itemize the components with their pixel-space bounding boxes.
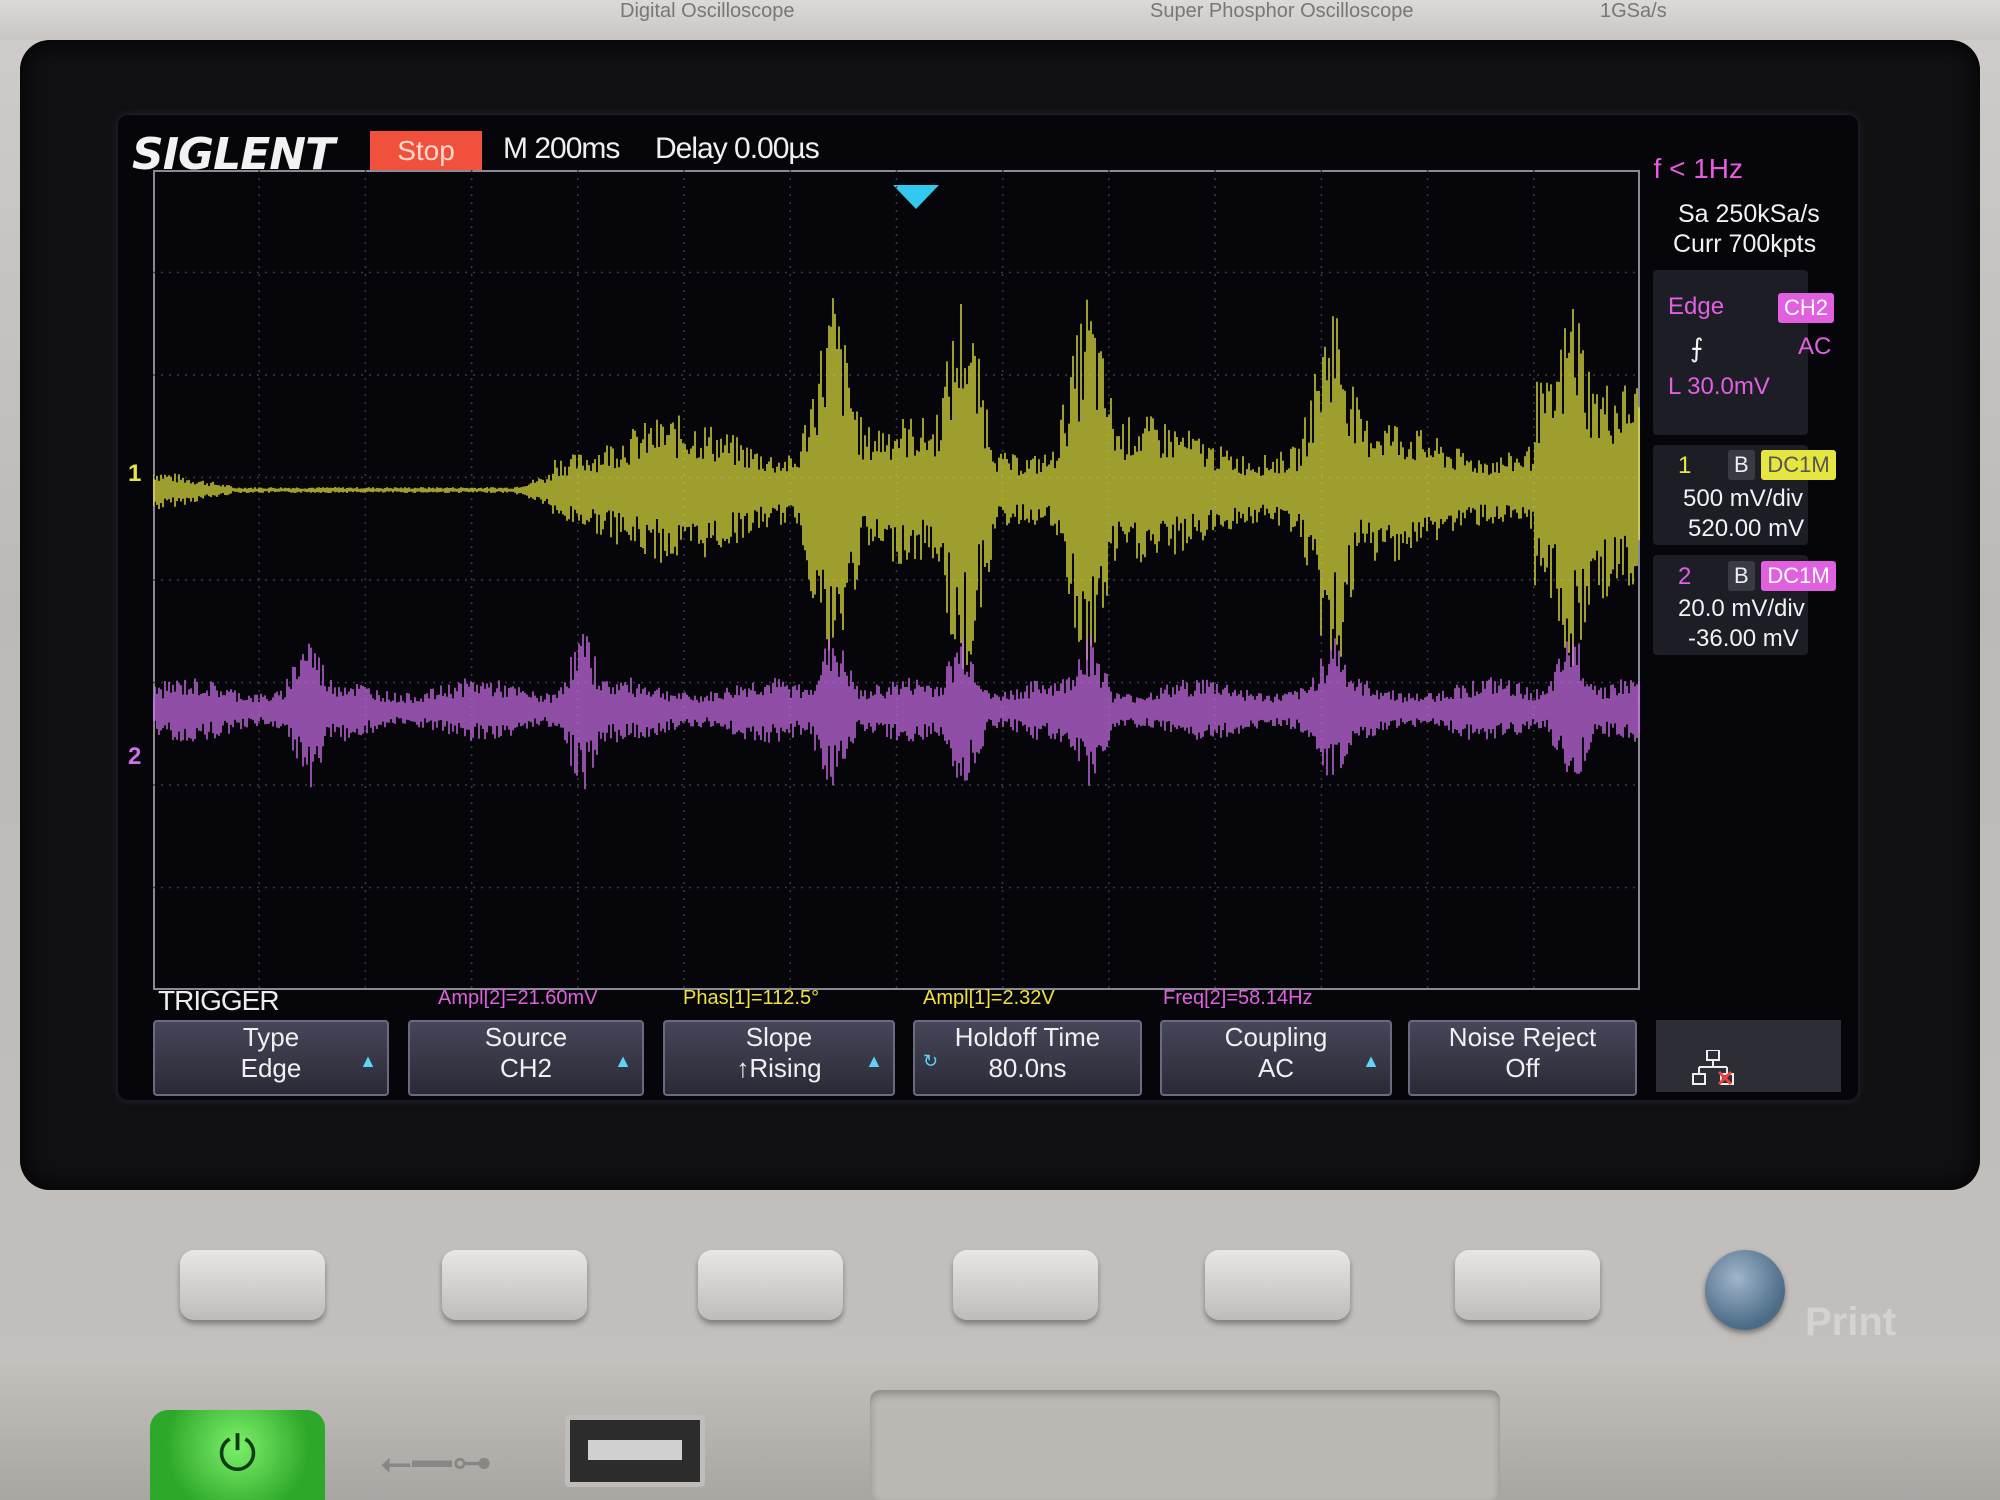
softkey-slope-value: ↑Rising: [736, 1053, 822, 1083]
run-stop-indicator: Stop: [370, 131, 482, 171]
device-model-label: Digital Oscilloscope: [620, 0, 795, 22]
hardware-softkey-3[interactable]: [698, 1250, 843, 1320]
print-button[interactable]: [1705, 1250, 1785, 1330]
timebase-readout: M 200ms: [503, 132, 620, 165]
softkey-noise-reject-value: Off: [1505, 1053, 1540, 1083]
front-panel-recess: [870, 1390, 1500, 1500]
softkey-type-value: Edge: [240, 1053, 302, 1083]
ch2-number: 2: [1678, 563, 1692, 590]
softkey-type-label: Type: [242, 1022, 300, 1052]
measurement-4: Freq[2]=58.14Hz: [1163, 987, 1313, 1009]
hardware-softkey-1[interactable]: [180, 1250, 325, 1320]
memory-depth-readout: Curr 700kpts: [1673, 230, 1817, 258]
hardware-softkey-6[interactable]: [1455, 1250, 1600, 1320]
usb-port[interactable]: [565, 1415, 705, 1487]
ch2-waveform: [153, 634, 1640, 790]
trigger-source-badge: CH2: [1778, 293, 1835, 323]
arrow-up-icon: ▲: [614, 1051, 632, 1071]
network-icon: [1692, 1050, 1734, 1086]
ch2-offset-marker[interactable]: 2: [128, 743, 141, 771]
trigger-frequency-readout: f < 1Hz: [1653, 153, 1743, 184]
softkey-type[interactable]: Type Edge ▲: [153, 1020, 389, 1096]
softkey-coupling-value: AC: [1257, 1053, 1295, 1083]
ch1-bandwidth-icon: B: [1728, 450, 1755, 480]
measurement-2: Phas[1]=112.5°: [683, 987, 820, 1009]
softkey-holdoff-label: Holdoff Time: [954, 1022, 1101, 1052]
oscilloscope-screen: SIGLENT Stop M 200ms Delay 0.00µs f < 1H…: [118, 115, 1858, 1100]
softkey-source-value: CH2: [499, 1053, 552, 1083]
hardware-softkey-4[interactable]: [953, 1250, 1098, 1320]
softkey-holdoff-value: 80.0ns: [988, 1053, 1067, 1083]
ch2-coupling-badge: DC1M: [1761, 561, 1836, 591]
arrow-up-icon: ▲: [1362, 1051, 1380, 1071]
softkey-source-label: Source: [484, 1022, 568, 1052]
menu-title: TRIGGER: [158, 985, 280, 1016]
sample-rate-readout: Sa 250kSa/s: [1678, 200, 1820, 228]
measurement-3: Ampl[1]=2.32V: [923, 987, 1055, 1009]
ch2-scale: 20.0 mV/div: [1678, 595, 1805, 622]
device-series-label: Super Phosphor Oscilloscope: [1150, 0, 1414, 22]
delay-readout: Delay 0.00µs: [655, 132, 820, 165]
device-top-strip: Digital Oscilloscope Super Phosphor Osci…: [0, 0, 2000, 40]
ch2-bandwidth-icon: B: [1728, 561, 1755, 591]
trigger-type-readout: Edge: [1668, 293, 1725, 320]
hardware-softkey-2[interactable]: [442, 1250, 587, 1320]
ch1-coupling-badge: DC1M: [1761, 450, 1836, 480]
rising-edge-icon: ⨍: [1690, 333, 1704, 363]
hardware-softkey-5[interactable]: [1205, 1250, 1350, 1320]
arrow-up-icon: ▲: [865, 1051, 883, 1071]
ch1-scale: 500 mV/div: [1683, 485, 1804, 512]
network-status-area: [1656, 1020, 1841, 1092]
softkey-holdoff[interactable]: Holdoff Time 80.0ns ↻: [913, 1020, 1142, 1096]
measurement-1: Ampl[2]=21.60mV: [438, 987, 598, 1009]
power-button[interactable]: ⏻: [150, 1410, 325, 1500]
ch1-offset: 520.00 mV: [1688, 515, 1805, 542]
trigger-coupling-readout: AC: [1798, 333, 1832, 360]
ch2-offset: -36.00 mV: [1688, 625, 1799, 652]
trigger-level-readout: L 30.0mV: [1668, 373, 1770, 400]
softkey-noise-reject-label: Noise Reject: [1448, 1022, 1597, 1052]
rotate-knob-icon: ↻: [923, 1051, 939, 1071]
ch1-offset-marker[interactable]: 1: [128, 460, 141, 488]
softkey-slope-label: Slope: [745, 1022, 813, 1052]
softkey-coupling[interactable]: Coupling AC ▲: [1160, 1020, 1392, 1096]
power-icon: ⏻: [218, 1428, 257, 1481]
softkey-coupling-label: Coupling: [1224, 1022, 1328, 1052]
ch1-number: 1: [1678, 452, 1692, 479]
device-samplerate-label: 1GSa/s: [1600, 0, 1667, 22]
softkey-noise-reject[interactable]: Noise Reject Off: [1408, 1020, 1637, 1096]
print-label: Print: [1805, 1300, 1897, 1344]
waveform-grid: [153, 170, 1640, 990]
usb-icon: ⭠━⊶: [380, 1441, 492, 1485]
arrow-up-icon: ▲: [359, 1051, 377, 1071]
softkey-slope[interactable]: Slope ↑Rising ▲: [663, 1020, 895, 1096]
softkey-source[interactable]: Source CH2 ▲: [408, 1020, 644, 1096]
